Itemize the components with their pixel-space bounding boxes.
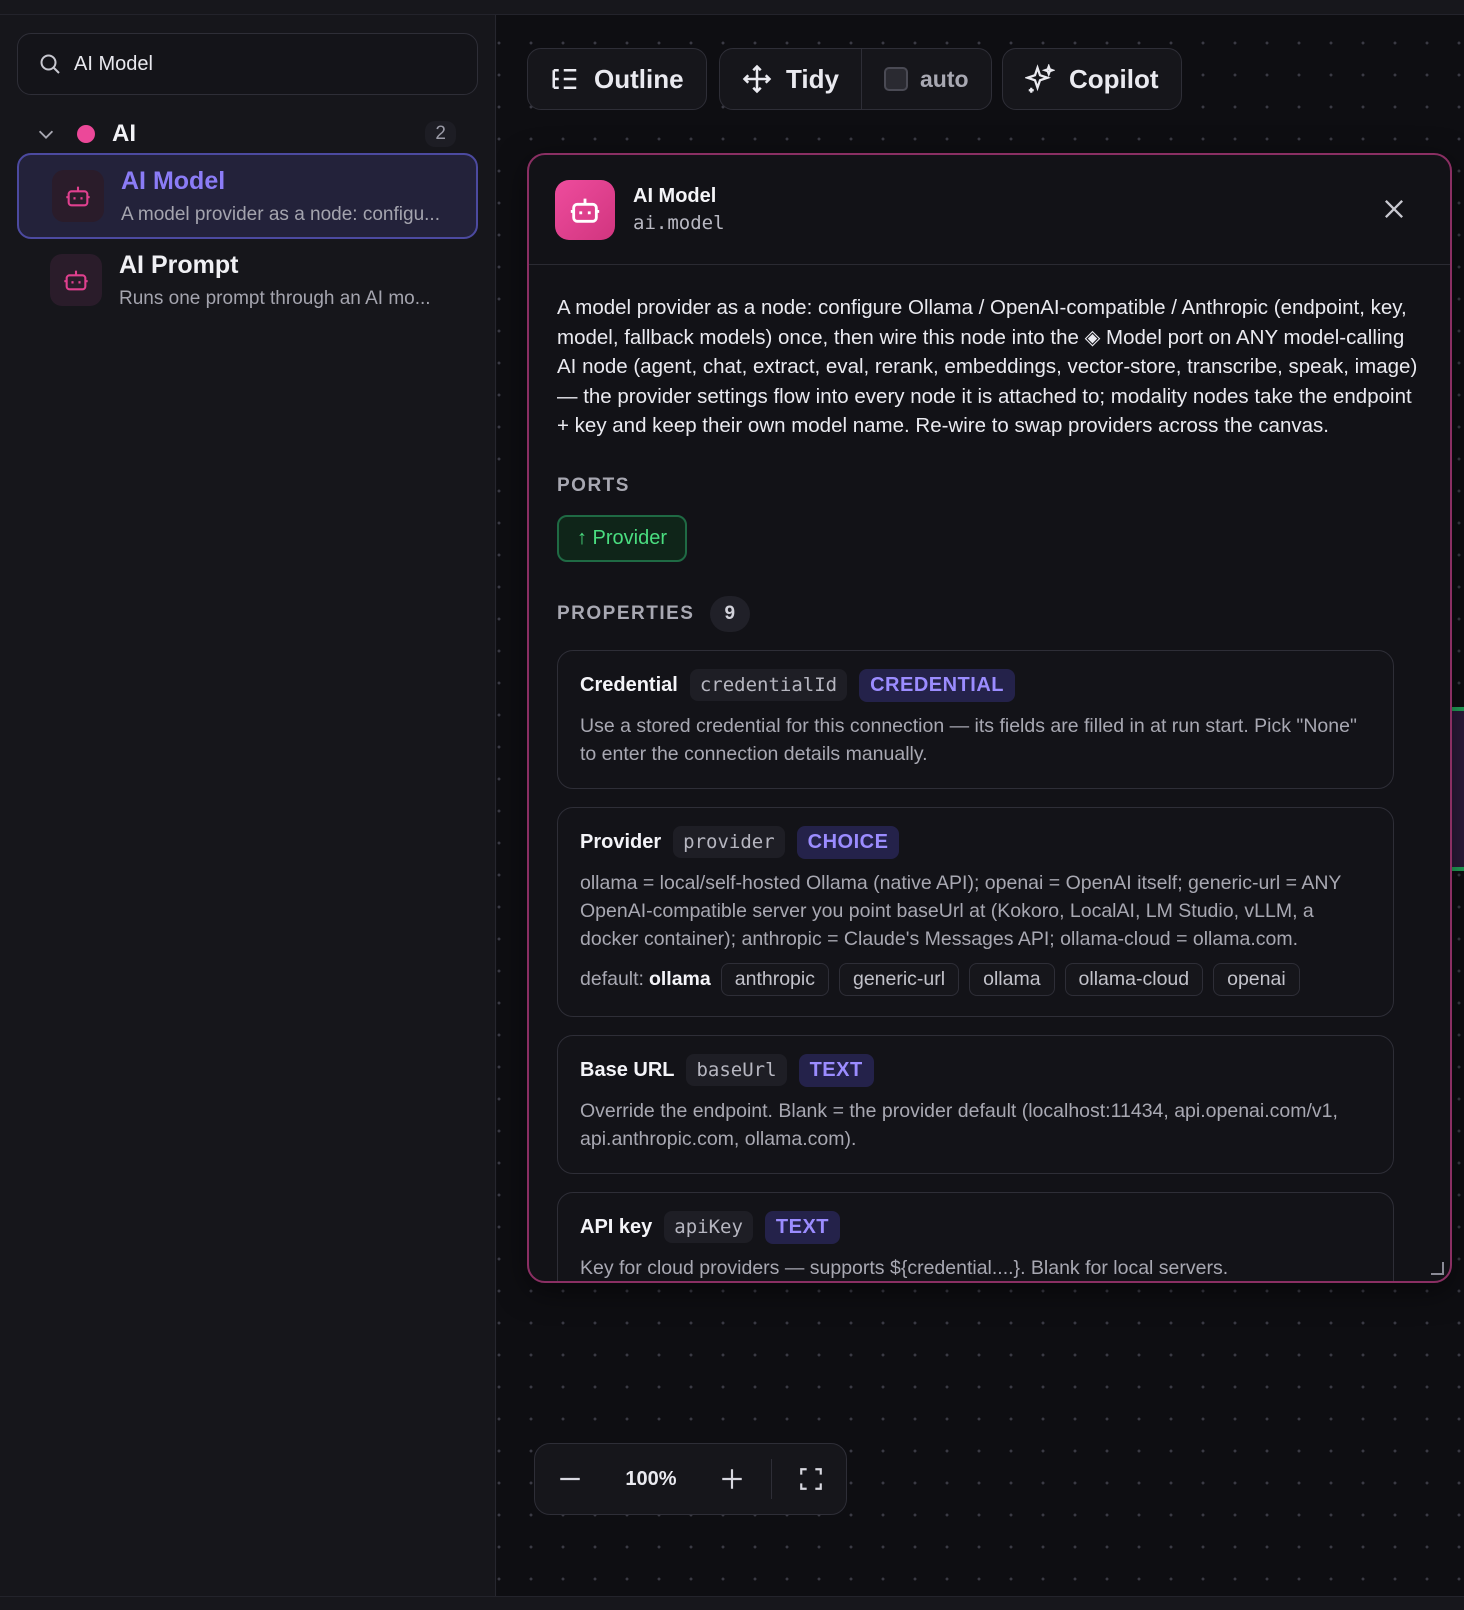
- property-key: provider: [673, 826, 785, 858]
- category-name: AI: [112, 120, 136, 147]
- node-description: A model provider as a node: configure Ol…: [557, 296, 1418, 437]
- property-type-badge: CHOICE: [796, 825, 900, 859]
- property-key: apiKey: [664, 1211, 753, 1243]
- node-item-title: AI Prompt: [119, 250, 239, 279]
- close-icon[interactable]: [1380, 195, 1408, 223]
- zoom-level: 100%: [625, 1467, 677, 1490]
- fullscreen-icon: [800, 1468, 822, 1490]
- property-type-badge: TEXT: [764, 1210, 841, 1244]
- option-chip: openai: [1213, 962, 1300, 996]
- property-card[interactable]: Credential credentialId CREDENTIAL Use a…: [557, 649, 1394, 789]
- panel-header: AI Model ai.model: [529, 155, 1450, 265]
- flow-canvas[interactable]: Outline Tidy auto Copilot la AI Model: [497, 15, 1464, 1596]
- copilot-button[interactable]: Copilot: [1003, 49, 1181, 109]
- node-item-subtitle: A model provider as a node: configu...: [121, 203, 440, 225]
- option-chip: anthropic: [720, 962, 829, 996]
- search-input[interactable]: [74, 52, 454, 76]
- zoom-out-button[interactable]: [535, 1444, 605, 1514]
- option-chip: ollama: [969, 962, 1055, 996]
- property-name: Provider: [580, 830, 662, 853]
- property-name: Credential: [580, 673, 678, 696]
- node-item-ai-prompt[interactable]: AI Prompt Runs one prompt through an AI …: [17, 237, 478, 323]
- outline-button[interactable]: Outline: [528, 49, 706, 109]
- robot-icon: [52, 170, 104, 222]
- panel-body: A model provider as a node: configure Ol…: [529, 265, 1450, 1281]
- property-name: API key: [580, 1215, 653, 1238]
- tidy-label: Tidy: [786, 63, 839, 94]
- tidy-toolbar: Tidy auto: [719, 48, 992, 110]
- outline-icon: [552, 69, 577, 89]
- node-item-subtitle: Runs one prompt through an AI mo...: [119, 287, 431, 309]
- outline-toolbar: Outline: [527, 48, 707, 110]
- zoom-divider: [771, 1459, 772, 1499]
- property-type-badge: CREDENTIAL: [859, 668, 1015, 702]
- plus-icon: [722, 1469, 742, 1489]
- property-card[interactable]: API key apiKey TEXT Key for cloud provid…: [557, 1191, 1394, 1281]
- minus-icon: [560, 1477, 580, 1481]
- properties-count: 9: [710, 595, 751, 632]
- property-description: Use a stored credential for this connect…: [580, 714, 1357, 765]
- category-count: 2: [425, 121, 456, 147]
- property-description: Override the endpoint. Blank = the provi…: [580, 1099, 1338, 1150]
- property-name: Base URL: [580, 1058, 675, 1081]
- search-box[interactable]: [17, 33, 478, 95]
- properties-label: PROPERTIES: [557, 602, 695, 624]
- window-top-bar: [0, 0, 1464, 15]
- ports-label: PORTS: [557, 474, 630, 496]
- panel-title: AI Model: [633, 185, 717, 207]
- sparkles-icon: [1025, 64, 1055, 93]
- property-key: credentialId: [689, 669, 848, 701]
- option-chip: ollama-cloud: [1064, 962, 1204, 996]
- category-color-dot: [77, 125, 95, 143]
- robot-icon: [50, 254, 102, 306]
- auto-tidy-toggle[interactable]: auto: [862, 49, 991, 109]
- outline-label: Outline: [594, 63, 684, 94]
- zoom-in-button[interactable]: [697, 1444, 767, 1514]
- property-description: ollama = local/self-hosted Ollama (nativ…: [580, 871, 1342, 950]
- ports-heading: PORTS: [557, 475, 1422, 497]
- option-chip: generic-url: [838, 962, 960, 996]
- property-card[interactable]: Base URL baseUrl TEXT Override the endpo…: [557, 1034, 1394, 1174]
- port-provider[interactable]: ↑ Provider: [557, 514, 688, 562]
- robot-icon: [555, 179, 615, 240]
- zoom-controls: 100%: [534, 1443, 847, 1515]
- resize-handle-icon[interactable]: [1427, 1258, 1445, 1276]
- default-label: default:: [580, 967, 644, 990]
- chevron-down-icon[interactable]: [35, 123, 57, 145]
- properties-heading: PROPERTIES 9: [557, 595, 1422, 632]
- default-value: ollama: [648, 967, 711, 990]
- fit-view-button[interactable]: [776, 1444, 846, 1514]
- auto-checkbox[interactable]: [883, 67, 908, 91]
- node-detail-panel: AI Model ai.model A model provider as a …: [527, 153, 1452, 1283]
- tidy-button[interactable]: Tidy: [720, 49, 861, 109]
- window-bottom-bar: [0, 1596, 1464, 1610]
- panel-node-id: ai.model: [633, 212, 725, 234]
- auto-label: auto: [919, 65, 969, 92]
- node-item-title: AI Model: [121, 166, 226, 195]
- choice-options: default: ollama anthropic generic-url ol…: [580, 962, 1371, 996]
- node-library-sidebar: AI 2 AI Model A model provider as a node…: [0, 15, 496, 1596]
- property-type-badge: TEXT: [798, 1053, 874, 1087]
- node-item-ai-model[interactable]: AI Model A model provider as a node: con…: [17, 153, 478, 239]
- move-icon: [742, 64, 772, 94]
- property-key: baseUrl: [686, 1054, 787, 1086]
- copilot-toolbar: Copilot: [1002, 48, 1182, 110]
- category-ai[interactable]: AI 2: [17, 110, 478, 158]
- property-card[interactable]: Provider provider CHOICE ollama = local/…: [557, 806, 1394, 1017]
- search-icon: [40, 54, 60, 74]
- copilot-label: Copilot: [1069, 63, 1159, 94]
- property-description: Key for cloud providers — supports ${cre…: [580, 1256, 1229, 1279]
